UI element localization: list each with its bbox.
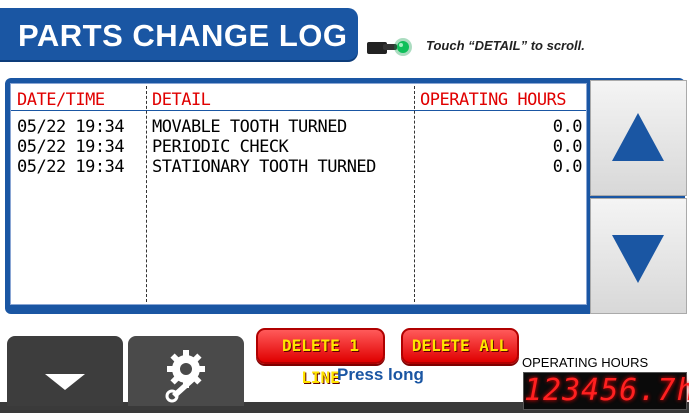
press-long-hint: Press long [337,365,424,384]
col-header-detail: DETAIL [152,90,211,110]
col-header-operating-hours: OPERATING HOURS [420,90,567,110]
table-row[interactable]: 05/22 19:34 MOVABLE TOOTH TURNED 0.0 [11,117,586,137]
row-datetime: 05/22 19:34 [17,117,125,137]
operating-hours-counter: 123456.7h [523,372,689,410]
header-divider [11,110,586,111]
operating-hours-label: OPERATING HOURS [522,355,649,370]
page-title: PARTS CHANGE LOG [18,18,348,53]
col-header-datetime: DATE/TIME [17,90,105,110]
delete-all-button[interactable]: DELETE ALL [401,328,519,364]
gear-wrench-icon [165,350,205,403]
row-datetime: 05/22 19:34 [17,157,125,177]
triangle-up-icon [612,113,664,161]
settings-button[interactable] [128,336,244,406]
table-row[interactable]: 05/22 19:34 PERIODIC CHECK 0.0 [11,137,586,157]
scroll-controls [590,78,687,314]
row-detail: STATIONARY TOOTH TURNED [152,157,376,177]
chevron-down-icon [45,374,85,390]
row-detail: PERIODIC CHECK [152,137,289,157]
triangle-down-icon [612,235,664,283]
row-detail: MOVABLE TOOTH TURNED [152,117,347,137]
delete-one-line-button[interactable]: DELETE 1 LINE [256,328,385,387]
pointing-hand-icon [367,38,412,56]
row-hours: 0.0 [552,157,583,177]
scroll-down-button[interactable] [590,198,687,314]
scroll-hint: Touch “DETAIL” to scroll. [426,38,585,53]
menu-down-button[interactable] [7,336,123,406]
table-row[interactable]: 05/22 19:34 STATIONARY TOOTH TURNED 0.0 [11,157,586,177]
title-banner: PARTS CHANGE LOG [0,8,358,60]
log-table[interactable]: DATE/TIME DETAIL OPERATING HOURS 05/22 1… [10,83,587,305]
row-hours: 0.0 [552,117,583,137]
scroll-up-button[interactable] [590,80,687,196]
log-panel: DATE/TIME DETAIL OPERATING HOURS 05/22 1… [5,78,687,314]
row-datetime: 05/22 19:34 [17,137,125,157]
row-hours: 0.0 [552,137,583,157]
